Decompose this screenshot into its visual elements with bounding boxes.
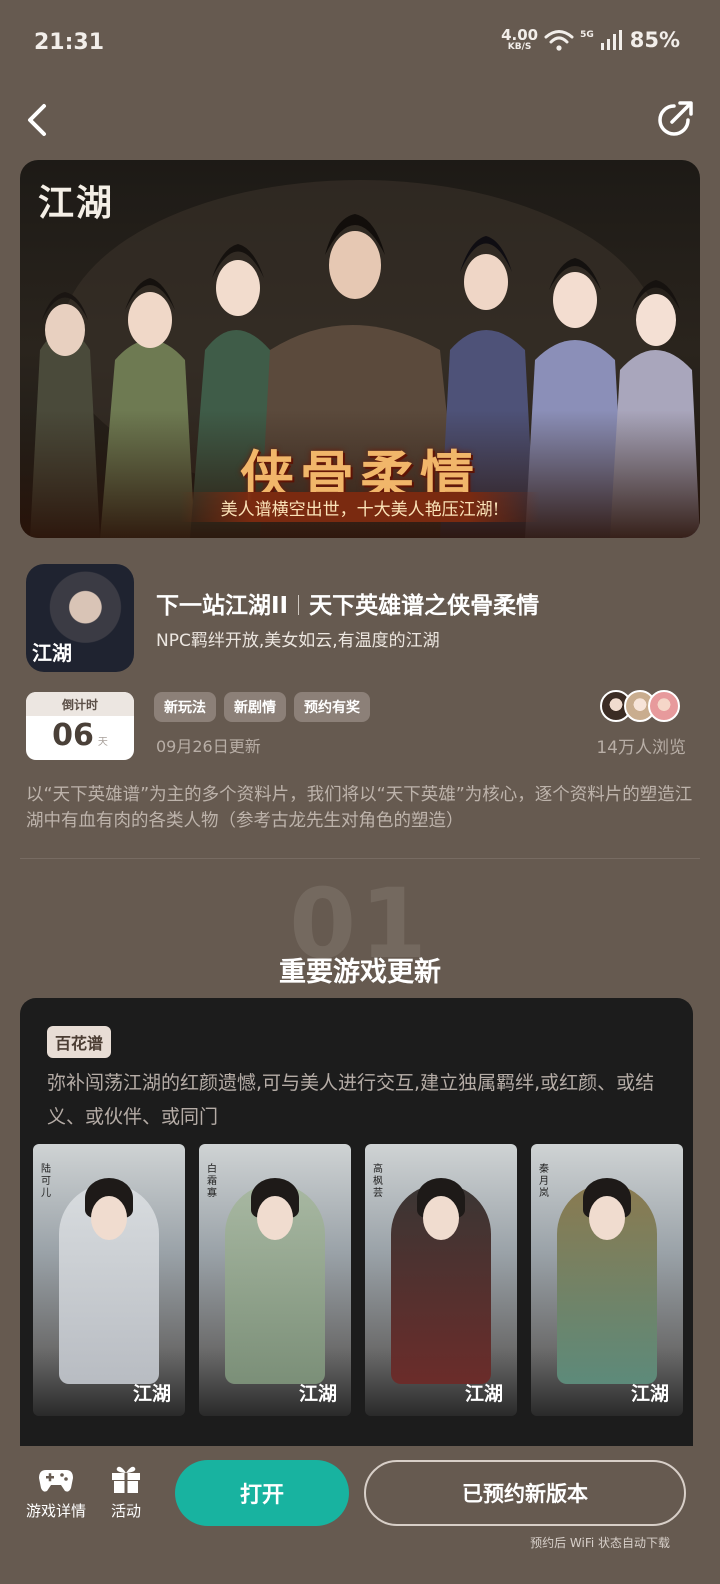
- status-indicators: 4.00 KB/S 5G 85%: [501, 28, 680, 53]
- update-card: 百花谱 弥补闯荡江湖的红颜遗憾,可与美人进行交互,建立独属羁绊,或红颜、或结义、…: [20, 998, 693, 1458]
- game-details-button[interactable]: 游戏详情: [26, 1464, 86, 1521]
- status-time: 21:31: [34, 30, 105, 55]
- status-bar: 21:31 4.00 KB/S 5G 85%: [0, 0, 720, 84]
- hero-face: [257, 1196, 293, 1240]
- countdown-unit: 天: [97, 737, 108, 748]
- wifi-download-note: 预约后 WiFi 状态自动下载: [530, 1536, 670, 1550]
- hero-name: 白霜寡: [207, 1164, 217, 1199]
- feature-tags: 新玩法 新剧情 预约有奖: [154, 692, 370, 722]
- countdown-badge: 倒计时 06 天: [26, 692, 134, 760]
- countdown-label: 倒计时: [26, 692, 134, 716]
- wifi-icon: [544, 30, 574, 51]
- gift-icon: [112, 1466, 140, 1493]
- hero-card[interactable]: 白霜寡 江湖: [199, 1144, 351, 1416]
- network-speed-value: 4.00: [501, 26, 539, 44]
- share-icon[interactable]: [652, 98, 696, 142]
- hero-face: [423, 1196, 459, 1240]
- hero-logo: 江湖: [630, 1383, 669, 1405]
- hero-name: 陆可儿: [41, 1164, 51, 1199]
- open-button[interactable]: 打开: [175, 1460, 349, 1526]
- banner-tagline: 美人谱横空出世，十大美人艳压江湖!: [180, 492, 540, 522]
- viewer-avatars: [600, 690, 680, 722]
- card-tag: 百花谱: [47, 1026, 112, 1058]
- cellular-signal-icon: [600, 30, 622, 50]
- hero-face: [589, 1196, 625, 1240]
- tag-new-gameplay: 新玩法: [154, 692, 216, 722]
- tag-reserve-reward: 预约有奖: [294, 692, 370, 722]
- app-title: 下一站江湖II 天下英雄谱之侠骨柔情: [156, 586, 539, 620]
- app-icon-logo: 江湖: [32, 641, 72, 665]
- hero-gallery[interactable]: 陆可儿 江湖 白霜寡 江湖 高枫芸 江湖 秦月岚 江湖: [33, 1144, 683, 1416]
- app-subtitle: NPC羁绊开放,美女如云,有温度的江湖: [156, 631, 440, 651]
- app-title-sub: 天下英雄谱之侠骨柔情: [309, 593, 540, 619]
- divider: [20, 858, 700, 859]
- hero-card[interactable]: 秦月岚 江湖: [531, 1144, 683, 1416]
- section-title: 重要游戏更新: [279, 957, 441, 988]
- card-text: 弥补闯荡江湖的红颜遗憾,可与美人进行交互,建立独属羁绊,或红颜、或结义、或伙伴、…: [47, 1072, 655, 1128]
- game-details-label: 游戏详情: [26, 1502, 87, 1520]
- update-description: 以“天下英雄谱”为主的多个资料片，我们将以“天下英雄”为核心，逐个资料片的塑造江…: [26, 785, 693, 831]
- hero-name: 秦月岚: [539, 1164, 549, 1199]
- view-count: 14万人浏览: [596, 738, 686, 758]
- promo-banner[interactable]: 江湖 侠骨柔情 美人谱横空出世，十大美人艳压江湖!: [20, 160, 700, 538]
- app-title-main: 下一站江湖II: [156, 593, 289, 619]
- hero-name: 高枫芸: [373, 1164, 383, 1199]
- hero-card[interactable]: 陆可儿 江湖: [33, 1144, 185, 1416]
- tag-new-story: 新剧情: [224, 692, 286, 722]
- activity-label: 活动: [110, 1502, 141, 1520]
- hero-logo: 江湖: [132, 1383, 171, 1405]
- network-speed-unit: KB/S: [507, 42, 532, 52]
- activity-button[interactable]: 活动: [110, 1464, 142, 1521]
- back-arrow-icon[interactable]: [20, 100, 60, 140]
- countdown-value: 06: [52, 718, 94, 753]
- gamepad-icon: [39, 1470, 73, 1492]
- app-icon: 江湖: [26, 564, 134, 672]
- battery-level: 85%: [629, 28, 680, 52]
- bottom-action-bar: 游戏详情 活动 打开 已预约新版本 预约后 WiFi 状态自动下载: [0, 1446, 720, 1584]
- avatar: [648, 690, 680, 722]
- hero-card[interactable]: 高枫芸 江湖: [365, 1144, 517, 1416]
- network-speed: 4.00 KB/S: [501, 28, 538, 52]
- banner-game-logo: 江湖: [38, 182, 115, 224]
- signal-type-label: 5G: [580, 30, 594, 40]
- update-date: 09月26日更新: [156, 737, 261, 756]
- hero-logo: 江湖: [298, 1383, 337, 1405]
- reserved-new-version-button[interactable]: 已预约新版本: [364, 1460, 686, 1526]
- title-divider: [298, 595, 300, 615]
- hero-face: [91, 1196, 127, 1240]
- hero-logo: 江湖: [464, 1383, 503, 1405]
